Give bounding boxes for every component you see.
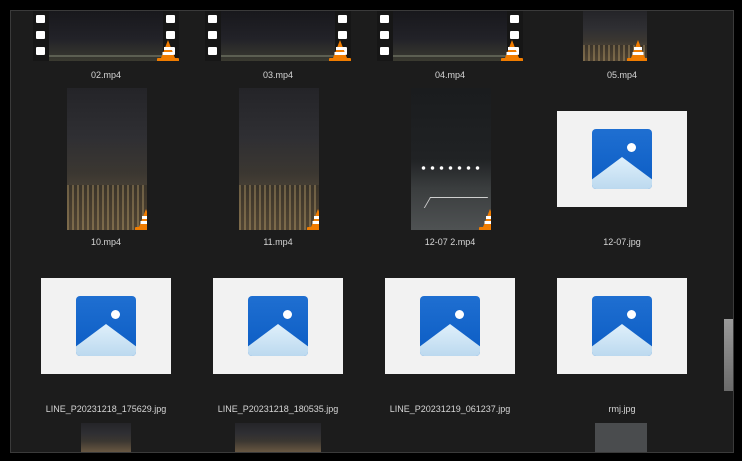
file-name: LINE_P20231218_180535.jpg [217,404,339,414]
video-thumbnail [393,11,507,61]
file-item-partial[interactable] [235,423,321,452]
video-thumbnail [49,11,163,61]
file-name: rmj.jpg [608,404,636,414]
vlc-cone-icon [627,40,647,61]
file-item-03[interactable] [205,11,351,61]
file-item-12-07-jpg[interactable] [557,111,687,207]
file-name: 02.mp4 [90,70,122,80]
vlc-cone-icon [307,209,319,230]
file-item-rmj[interactable] [557,278,687,374]
photo-placeholder-icon [420,296,480,356]
file-explorer-grid: 02.mp4 03.mp4 04.mp4 05.mp4 10.mp4 11.mp… [10,10,734,453]
file-name: 11.mp4 [263,237,293,247]
photo-placeholder-icon [592,129,652,189]
photo-placeholder-icon [592,296,652,356]
file-item-partial[interactable] [595,423,647,452]
file-item-line-175629[interactable] [41,278,171,374]
file-item-04[interactable] [377,11,523,61]
vertical-scrollbar-thumb[interactable] [724,319,733,391]
photo-placeholder-icon [248,296,308,356]
video-thumbnail [221,11,335,61]
file-item-line-180535[interactable] [213,278,343,374]
file-name: 04.mp4 [434,70,466,80]
file-item-05[interactable] [583,11,647,61]
file-item-partial[interactable] [81,423,131,452]
file-name: 05.mp4 [606,70,638,80]
vlc-cone-icon [501,40,523,61]
file-item-11[interactable] [239,88,319,230]
vlc-cone-icon [479,209,491,230]
file-name: 03.mp4 [262,70,294,80]
file-name: LINE_P20231218_175629.jpg [45,404,167,414]
vlc-cone-icon [135,209,147,230]
file-item-line-061237[interactable] [385,278,515,374]
file-name: 12-07.jpg [603,237,641,247]
file-name: 12-07 2.mp4 [424,237,476,247]
file-item-12-07-2[interactable] [411,88,491,230]
file-name: 10.mp4 [90,237,122,247]
vlc-cone-icon [157,40,179,61]
file-item-10[interactable] [67,88,147,230]
file-name: LINE_P20231219_061237.jpg [389,404,511,414]
vlc-cone-icon [329,40,351,61]
file-item-02[interactable] [33,11,179,61]
photo-placeholder-icon [76,296,136,356]
